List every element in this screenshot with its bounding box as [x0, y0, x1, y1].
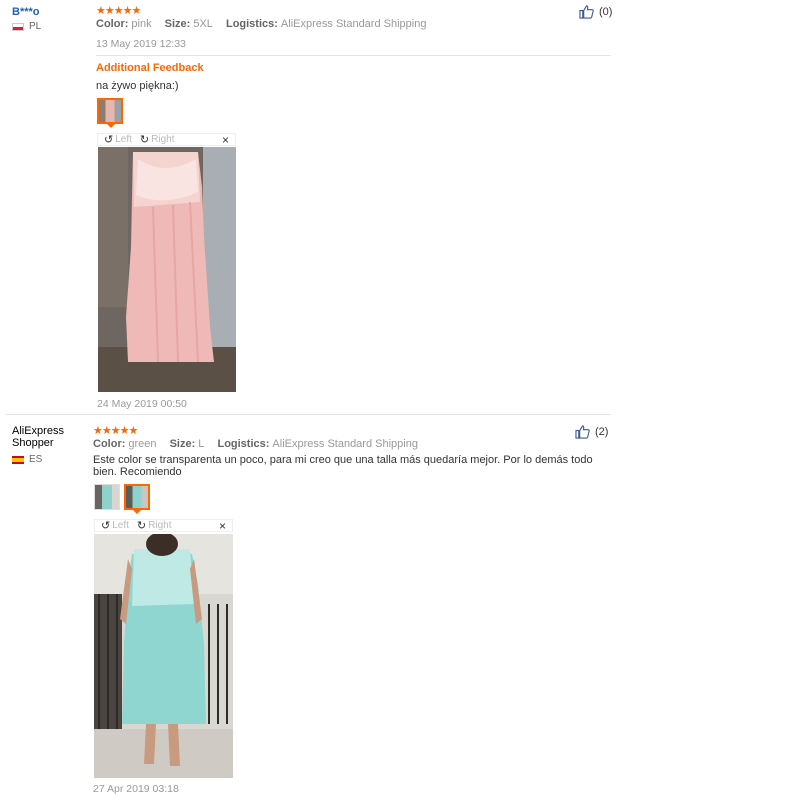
size-label: Size: [169, 438, 196, 450]
review-date: 27 Apr 2019 03:18 [93, 783, 179, 795]
selected-caret [106, 123, 116, 128]
thumbnail-image [95, 485, 119, 509]
review-date: 13 May 2019 12:33 [96, 38, 186, 50]
rotate-left-button[interactable]: ↺ Left [101, 519, 129, 532]
review-divider [6, 414, 611, 415]
color-label: Color: [96, 18, 129, 30]
star-rating: ★★★★★ [93, 425, 138, 437]
like-button[interactable]: (0) [579, 5, 612, 19]
order-attributes: Color: green Size: L Logistics: AliExpress … [93, 438, 418, 450]
logistics-value: AliExpress Standard Shipping [280, 18, 427, 30]
flag-es-icon [12, 455, 24, 464]
like-count: (2) [595, 426, 609, 438]
author-name: B***o [12, 6, 40, 18]
review-2: AliExpress Shopper ES ★★★★★ Color: green … [0, 420, 800, 800]
color-label: Color: [93, 438, 126, 450]
author-country: PL [12, 21, 41, 32]
author-name: AliExpress Shopper [12, 425, 64, 449]
rotate-left-icon: ↺ [104, 134, 114, 146]
thumbnail-image [99, 100, 121, 122]
review-text: Este color se transparenta un poco, para… [93, 454, 593, 478]
rotate-right-button[interactable]: ↻ Right [140, 133, 175, 146]
review-author: AliExpress Shopper ES [12, 425, 64, 465]
green-dress-photo [94, 534, 233, 778]
rotate-right-button[interactable]: ↻ Right [137, 519, 172, 532]
rotate-right-icon: ↻ [139, 134, 150, 146]
flag-pl-icon [12, 22, 24, 31]
logistics-value: AliExpress Standard Shipping [272, 438, 418, 450]
rotate-left-button[interactable]: ↺ Left [104, 133, 132, 146]
size-value: L [198, 438, 205, 450]
additional-feedback-title: Additional Feedback [96, 62, 204, 74]
star-rating: ★★★★★ [96, 5, 141, 17]
logistics-label: Logistics: [225, 18, 278, 30]
selected-caret [132, 509, 142, 514]
photo-thumbnail[interactable] [97, 98, 123, 124]
color-value: pink [131, 18, 152, 30]
image-viewer-toolbar: ↺ Left ↻ Right × [97, 133, 236, 147]
thumbs-up-icon [579, 5, 594, 19]
close-icon[interactable]: × [219, 519, 226, 533]
country-code: PL [29, 21, 42, 32]
photo-thumbnail[interactable] [94, 484, 120, 510]
close-icon[interactable]: × [222, 133, 229, 147]
thumbnail-image [126, 486, 148, 508]
review-author: B***o PL [12, 6, 41, 32]
size-label: Size: [164, 18, 191, 30]
divider [96, 55, 611, 56]
thumbs-up-icon [575, 425, 590, 439]
color-value: green [128, 438, 157, 450]
order-attributes: Color: pink Size: 5XL Logistics: AliExpress… [96, 18, 426, 30]
logistics-label: Logistics: [217, 438, 270, 450]
rotate-right-icon: ↻ [136, 520, 147, 532]
additional-feedback-date: 24 May 2019 00:50 [97, 398, 187, 410]
like-count: (0) [599, 6, 613, 18]
author-country: ES [12, 454, 64, 465]
photo-thumbnail-selected[interactable] [124, 484, 150, 510]
size-value: 5XL [193, 18, 213, 30]
like-button[interactable]: (2) [575, 425, 608, 439]
rotate-left-icon: ↺ [101, 520, 111, 532]
review-photo [94, 534, 233, 778]
country-code: ES [29, 454, 43, 465]
additional-feedback-text: na żywo piękna:) [96, 80, 179, 92]
pink-dress-photo [98, 147, 236, 392]
review-1: B***o PL ★★★★★ Color: pink Size: 5XL Logis… [0, 0, 800, 410]
review-photo [98, 147, 236, 392]
image-viewer-toolbar: ↺ Left ↻ Right × [94, 519, 233, 533]
